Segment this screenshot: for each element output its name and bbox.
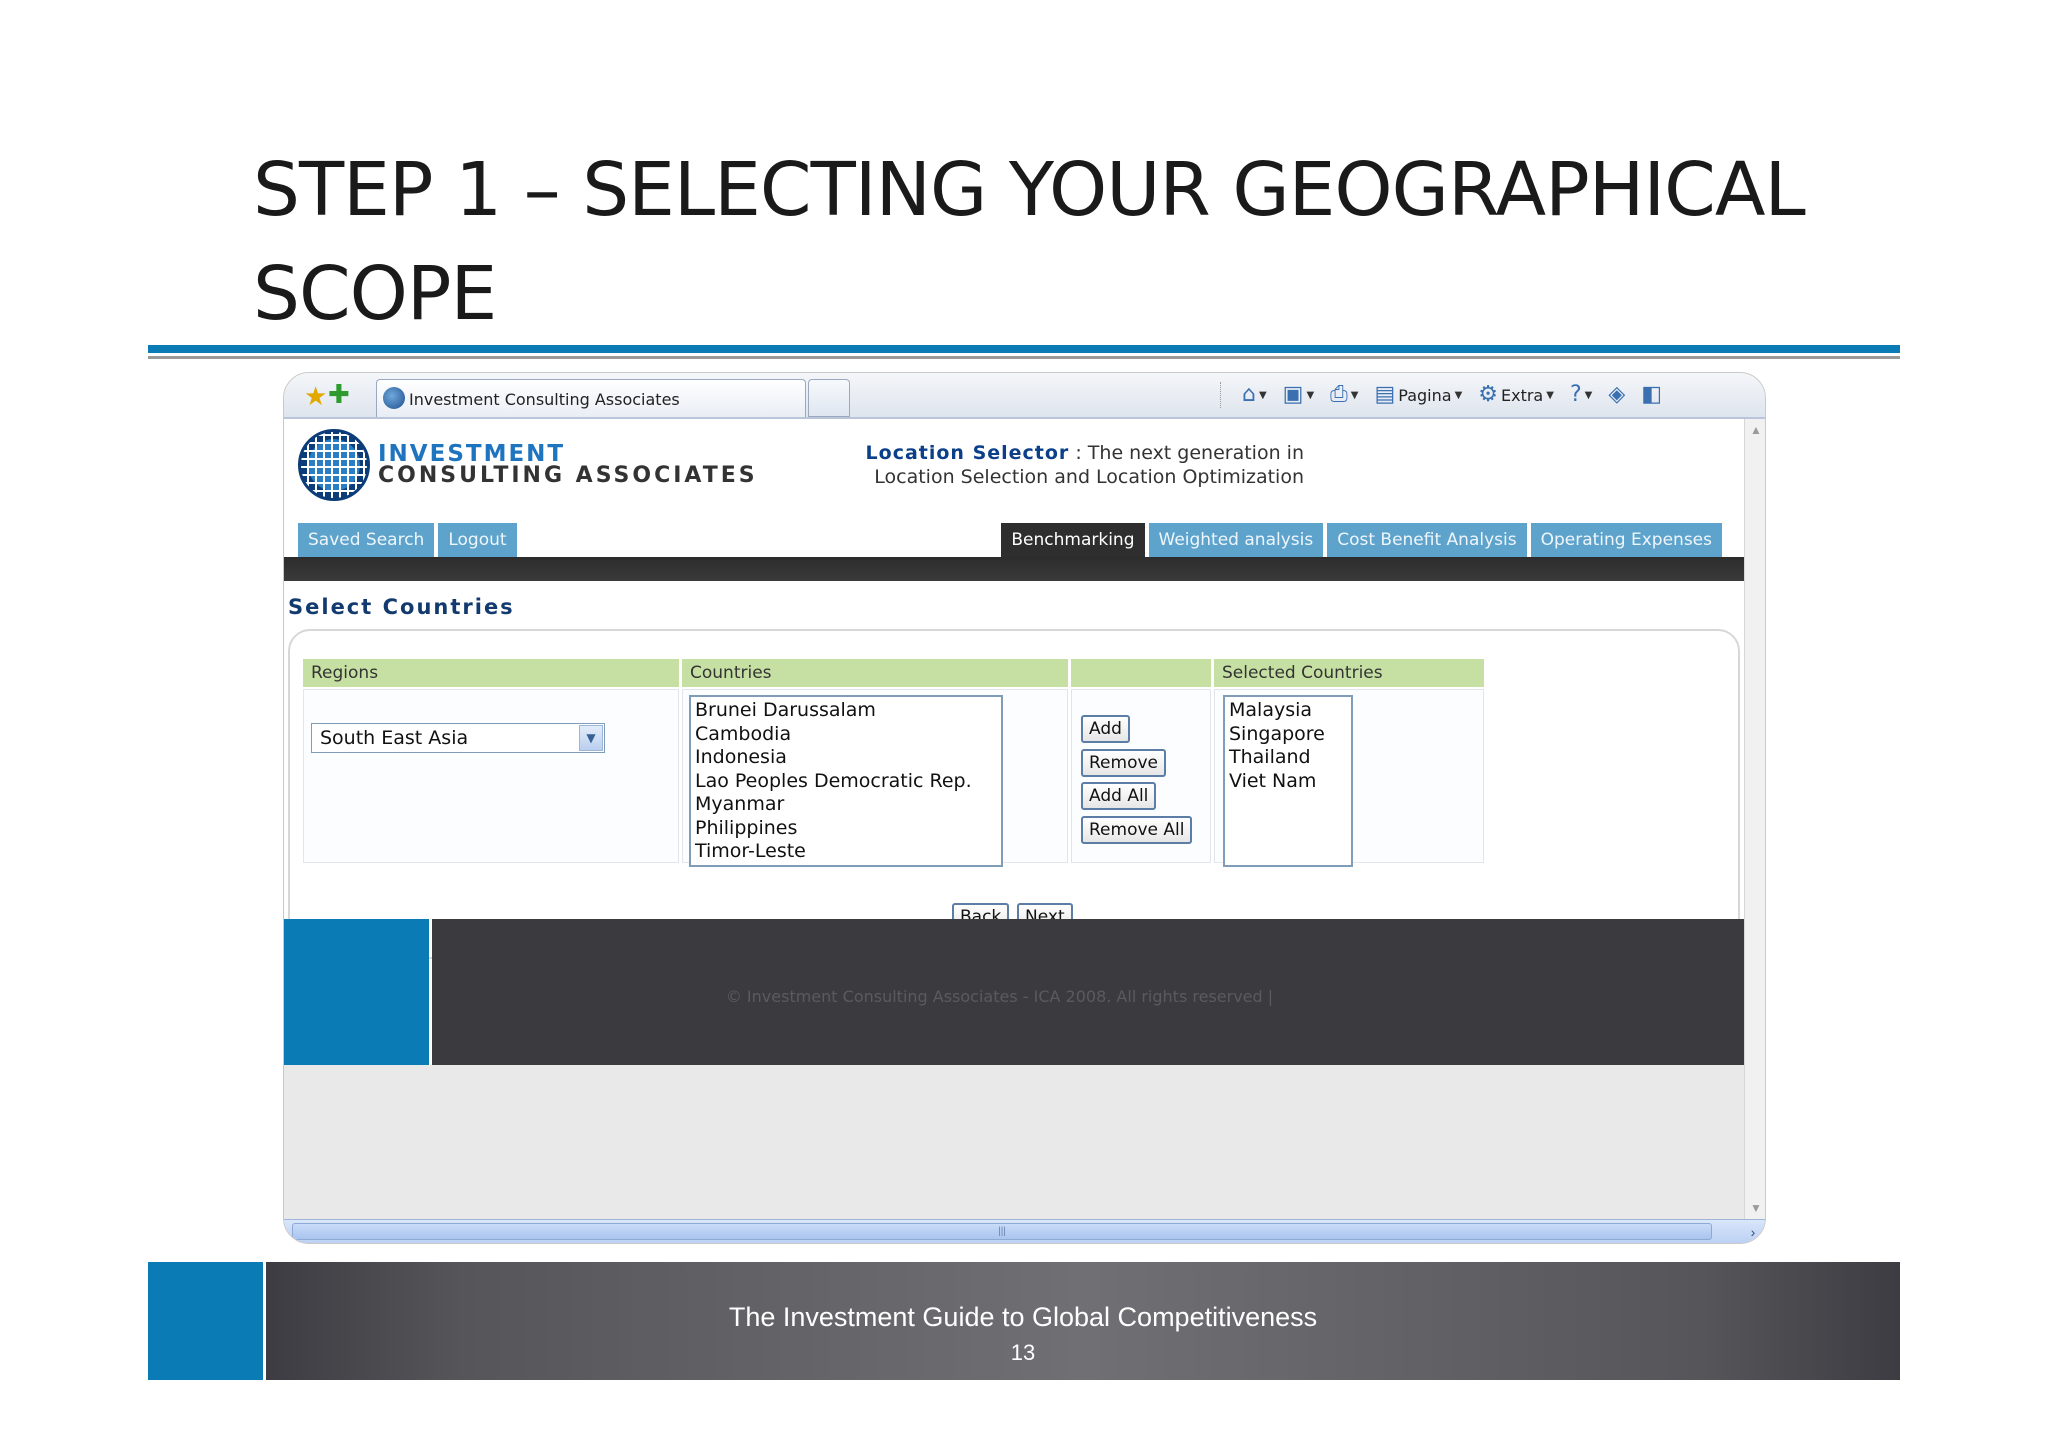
logo-text-consulting: CONSULTING ASSOCIATES — [378, 463, 758, 488]
country-option[interactable]: Myanmar — [695, 793, 997, 817]
page-blank-area — [284, 1065, 1744, 1219]
home-icon: ⌂ — [1242, 382, 1256, 407]
country-option[interactable]: Indonesia — [695, 746, 997, 770]
browser-window: ★ ✚ Investment Consulting Associates ⌂ ▼ … — [283, 372, 1766, 1244]
selected-country-option[interactable]: Singapore — [1229, 723, 1347, 747]
country-option[interactable]: Timor-Leste — [695, 840, 997, 864]
gear-icon: ⚙ — [1478, 382, 1498, 407]
scroll-right-icon[interactable]: › — [1743, 1222, 1763, 1242]
region-select-value: South East Asia — [320, 727, 469, 749]
browser-toolbar: ★ ✚ Investment Consulting Associates ⌂ ▼ … — [284, 373, 1765, 419]
command-bar-separator — [1220, 382, 1221, 408]
selected-country-option[interactable]: Viet Nam — [1229, 770, 1347, 794]
tools-menu-label: Extra — [1501, 385, 1544, 405]
tab-operating-expenses[interactable]: Operating Expenses — [1530, 523, 1722, 557]
browser-tab[interactable]: Investment Consulting Associates — [376, 379, 806, 417]
add-button[interactable]: Add — [1081, 715, 1130, 743]
selected-country-option[interactable]: Malaysia — [1229, 699, 1347, 723]
help-button[interactable]: ? ▼ — [1565, 384, 1597, 406]
command-bar: ⌂ ▼ ▣ ▼ ⎙ ▼ ▤ Pagina ▼ ⚙ Extra ▼ ? ▼ ◈ ◧ — [1220, 380, 1667, 410]
vertical-scrollbar[interactable]: ▲ ▼ — [1744, 419, 1765, 1219]
page-viewport: INVESTMENT CONSULTING ASSOCIATES Locatio… — [284, 419, 1744, 1219]
remove-all-button[interactable]: Remove All — [1081, 816, 1193, 844]
product-tagline: Location Selector : The next generation … — [864, 441, 1304, 489]
print-button[interactable]: ⎙ ▼ — [1325, 384, 1363, 406]
printer-icon: ⎙ — [1330, 382, 1348, 407]
scroll-thumb[interactable]: ||| — [292, 1223, 1712, 1240]
ica-globe-logo-icon — [298, 429, 370, 501]
help-icon: ? — [1569, 382, 1582, 407]
chevron-down-icon[interactable]: ▼ — [579, 725, 603, 751]
selected-countries-listbox[interactable]: Malaysia Singapore Thailand Viet Nam — [1223, 695, 1353, 867]
page-menu-label: Pagina — [1398, 385, 1452, 405]
chevron-down-icon: ▼ — [1584, 389, 1593, 401]
tab-weighted-analysis[interactable]: Weighted analysis — [1148, 523, 1324, 557]
copyright-text: © Investment Consulting Associates - ICA… — [725, 987, 1274, 1006]
region-select[interactable]: South East Asia ▼ — [311, 723, 605, 753]
tab-cost-benefit-analysis[interactable]: Cost Benefit Analysis — [1327, 523, 1527, 557]
scroll-up-icon[interactable]: ▲ — [1747, 421, 1765, 439]
section-title: Select Countries — [288, 595, 515, 619]
chevron-down-icon: ▼ — [1546, 389, 1554, 401]
countries-listbox[interactable]: Brunei Darussalam Cambodia Indonesia Lao… — [689, 695, 1003, 867]
site-favicon-icon — [383, 387, 405, 409]
rss-icon: ▣ — [1282, 382, 1304, 407]
feeds-button[interactable]: ▣ ▼ — [1278, 384, 1320, 406]
title-divider-thin — [148, 356, 1900, 359]
home-button[interactable]: ⌂ ▼ — [1237, 384, 1272, 406]
add-favorite-icon[interactable]: ✚ — [328, 379, 350, 410]
nav-logout[interactable]: Logout — [438, 523, 517, 557]
slide-footer-accent — [148, 1262, 263, 1380]
country-option[interactable]: Philippines — [695, 817, 997, 841]
slide-title: STEP 1 – SELECTING YOUR GEOGRAPHICAL SCO… — [253, 138, 1953, 346]
column-header-selected: Selected Countries — [1214, 659, 1484, 687]
analysis-nav: Benchmarking Weighted analysis Cost Bene… — [1001, 523, 1722, 561]
tagline-brand: Location Selector — [865, 442, 1070, 464]
selected-country-option[interactable]: Thailand — [1229, 746, 1347, 770]
remove-button[interactable]: Remove — [1081, 749, 1166, 777]
country-option[interactable]: Brunei Darussalam — [695, 699, 997, 723]
regions-cell — [303, 689, 679, 863]
site-footer-accent — [284, 919, 429, 1065]
nav-saved-search[interactable]: Saved Search — [298, 523, 435, 557]
slide-title-line2: SCOPE — [253, 251, 497, 337]
slide-footer-title: The Investment Guide to Global Competiti… — [728, 1302, 1318, 1332]
slide-page-number: 13 — [1010, 1340, 1036, 1365]
add-all-button[interactable]: Add All — [1081, 782, 1157, 810]
country-option[interactable]: Cambodia — [695, 723, 997, 747]
country-option[interactable]: Lao Peoples Democratic Rep. — [695, 770, 997, 794]
title-divider — [148, 345, 1900, 353]
browser-tab-title: Investment Consulting Associates — [409, 390, 680, 409]
column-header-actions — [1071, 659, 1211, 687]
chevron-down-icon[interactable]: ▼ — [1351, 390, 1359, 401]
chevron-down-icon[interactable]: ▼ — [1306, 390, 1314, 401]
column-header-regions: Regions — [303, 659, 679, 687]
messenger-button[interactable]: ◧ — [1636, 384, 1667, 406]
page-menu-button[interactable]: ▤ Pagina ▼ — [1369, 384, 1467, 406]
horizontal-scrollbar[interactable]: ||| › — [284, 1219, 1765, 1243]
column-header-countries: Countries — [682, 659, 1068, 687]
research-button[interactable]: ◈ — [1603, 384, 1630, 406]
new-tab-button[interactable] — [808, 379, 850, 417]
account-nav: Saved Search Logout — [298, 523, 517, 557]
nav-underline-bar — [284, 557, 1744, 581]
tools-menu-button[interactable]: ⚙ Extra ▼ — [1473, 384, 1559, 406]
tab-benchmarking[interactable]: Benchmarking — [1001, 523, 1145, 561]
chevron-down-icon: ▼ — [1454, 389, 1463, 401]
research-icon: ◈ — [1608, 382, 1626, 407]
messenger-icon: ◧ — [1641, 382, 1663, 407]
slide-title-line1: STEP 1 – SELECTING YOUR GEOGRAPHICAL — [253, 147, 1806, 233]
page-icon: ▤ — [1374, 382, 1396, 407]
favorites-star-icon[interactable]: ★ — [304, 381, 327, 412]
scroll-down-icon[interactable]: ▼ — [1747, 1199, 1765, 1217]
chevron-down-icon[interactable]: ▼ — [1259, 390, 1267, 401]
